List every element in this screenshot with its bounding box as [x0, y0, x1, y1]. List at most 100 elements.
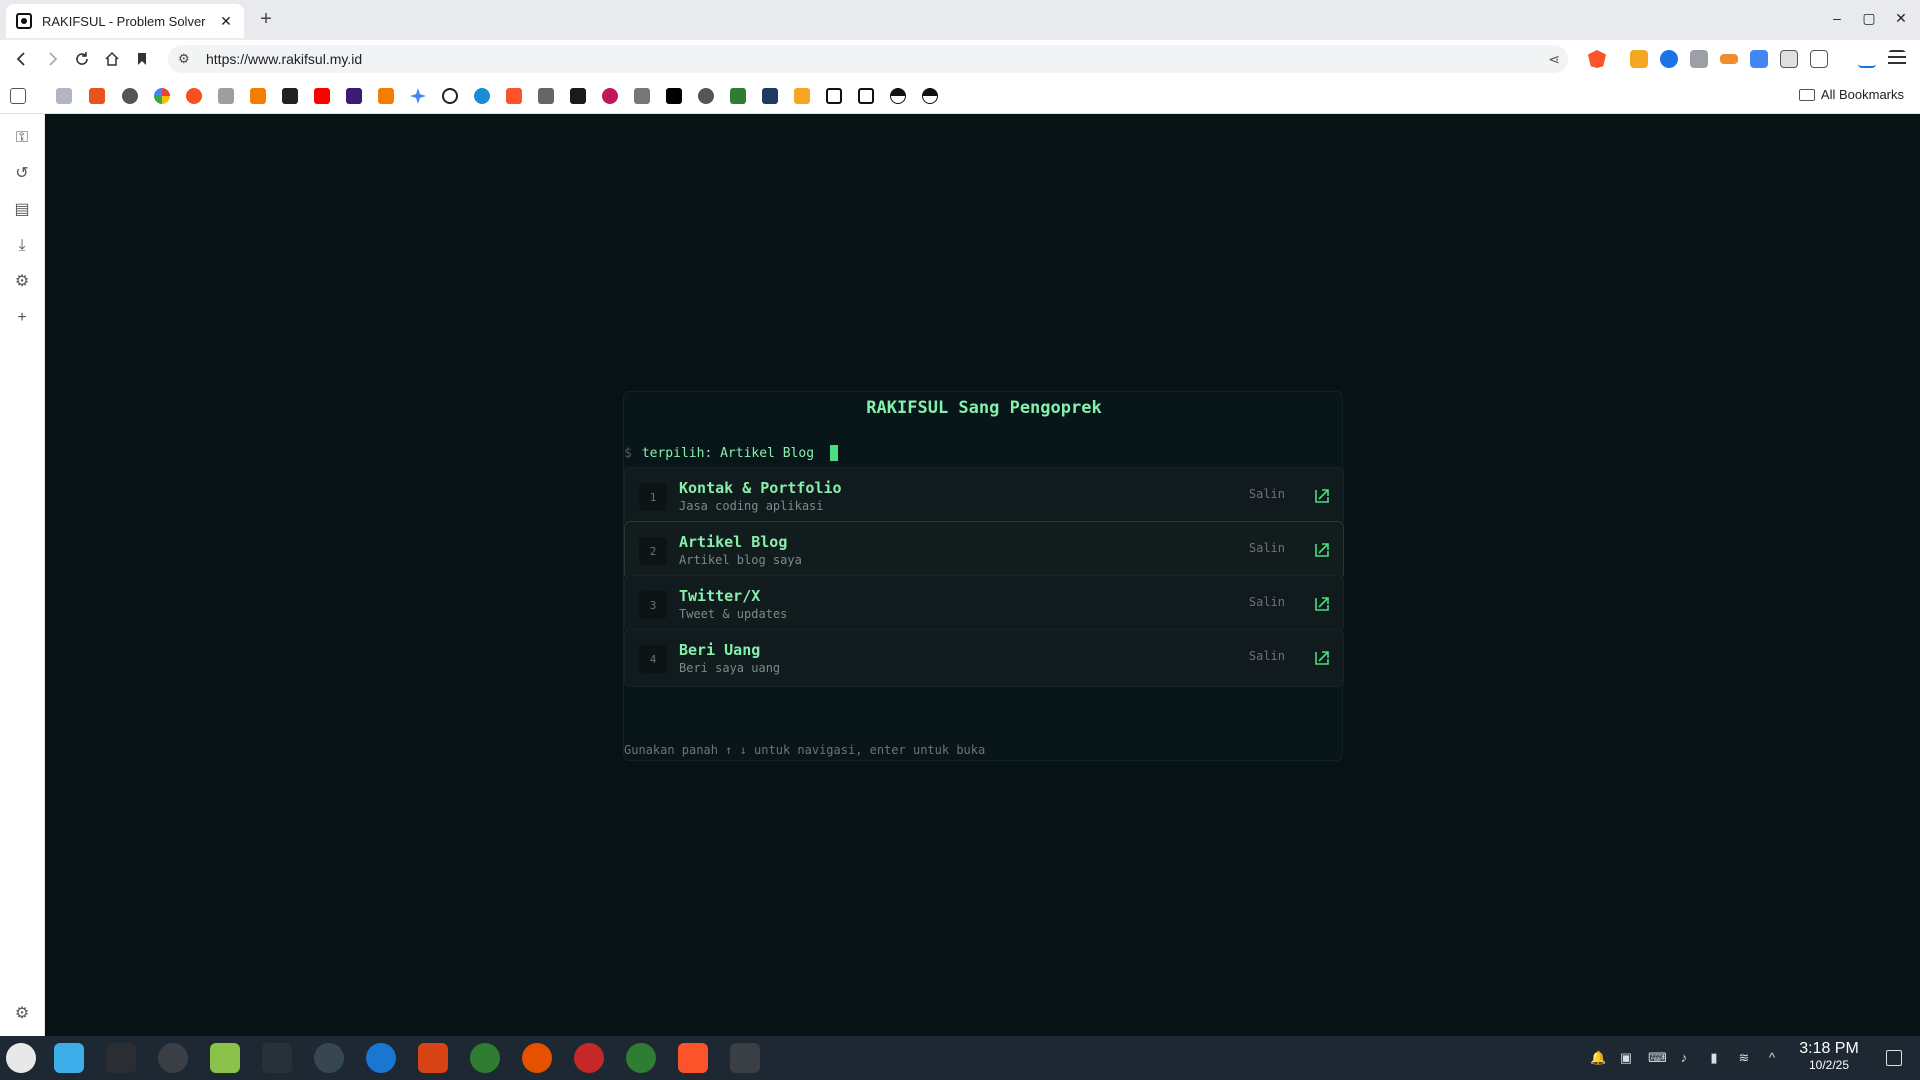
- show-desktop-icon[interactable]: [1886, 1050, 1902, 1066]
- system-settings-icon[interactable]: [106, 1043, 136, 1073]
- bookmark-blogger2-icon[interactable]: [794, 88, 810, 104]
- menu-icon[interactable]: [1888, 50, 1906, 68]
- external-link-icon[interactable]: [1313, 595, 1331, 613]
- copy-button[interactable]: Salin: [1243, 487, 1291, 501]
- maximize-button[interactable]: ▢: [1860, 10, 1878, 27]
- terminal-icon[interactable]: [730, 1043, 760, 1073]
- extensions-icon[interactable]: [1780, 50, 1798, 68]
- calculator-icon[interactable]: [262, 1043, 292, 1073]
- copy-button[interactable]: Salin: [1243, 649, 1291, 663]
- clipboard-icon[interactable]: ▣: [1618, 1050, 1634, 1066]
- keyboard-icon[interactable]: ⌨: [1648, 1050, 1667, 1066]
- sidebar-settings-icon[interactable]: ⚙: [12, 1004, 32, 1024]
- download-icon[interactable]: ⤓: [12, 236, 32, 256]
- volume-icon[interactable]: ♪: [1676, 1050, 1692, 1066]
- sidebar-toggle-icon[interactable]: [1810, 50, 1828, 68]
- green-app-icon[interactable]: [210, 1043, 240, 1073]
- hs-app-icon[interactable]: [470, 1043, 500, 1073]
- bookmark-b-icon[interactable]: [378, 88, 394, 104]
- bookmark-google-icon[interactable]: [154, 88, 170, 104]
- back-button[interactable]: [10, 47, 34, 71]
- bookmark-slash-icon[interactable]: [442, 88, 458, 104]
- share-icon[interactable]: ⋖: [1548, 51, 1560, 68]
- external-link-icon[interactable]: [1313, 541, 1331, 559]
- history-icon[interactable]: ↺: [12, 164, 32, 184]
- b-extension-icon[interactable]: [1660, 50, 1678, 68]
- external-link-icon[interactable]: [1313, 649, 1331, 667]
- bookmark-openai-icon[interactable]: [826, 88, 842, 104]
- link-row-4[interactable]: 4 Beri Uang Beri saya uang Salin: [624, 629, 1344, 687]
- bookmark-lab-icon[interactable]: [762, 88, 778, 104]
- obs-icon[interactable]: [314, 1043, 344, 1073]
- bookmark-half-circle-icon[interactable]: [890, 88, 906, 104]
- bookmark-globe-icon[interactable]: [474, 88, 490, 104]
- bookmark-openai2-icon[interactable]: [858, 88, 874, 104]
- reload-button[interactable]: [70, 47, 94, 71]
- anydesk-red-icon[interactable]: [574, 1043, 604, 1073]
- tab-rakifsul[interactable]: RAKIFSUL - Problem Solver ✕: [6, 4, 244, 38]
- anydesk-orange-icon[interactable]: [522, 1043, 552, 1073]
- site-info-icon[interactable]: ⚙: [178, 51, 194, 67]
- link-row-3[interactable]: 3 Twitter/X Tweet & updates Salin: [624, 575, 1344, 633]
- apps-grid-icon[interactable]: [10, 88, 26, 104]
- bookmark-terminal-icon[interactable]: [570, 88, 586, 104]
- link-row-2[interactable]: 2 Artikel Blog Artikel blog saya Salin: [624, 521, 1344, 579]
- brave-browser-icon[interactable]: [678, 1043, 708, 1073]
- lock-app-icon[interactable]: [158, 1043, 188, 1073]
- wifi-icon[interactable]: ≋: [1736, 1050, 1752, 1066]
- bookmark-gemini-icon[interactable]: [410, 88, 426, 104]
- home-button[interactable]: [100, 47, 124, 71]
- new-tab-button[interactable]: +: [256, 8, 276, 31]
- bookmarks-panel-icon[interactable]: ▤: [12, 200, 32, 220]
- clock[interactable]: 3:18 PM 10/2/25: [1794, 1040, 1864, 1072]
- bookmark-page-icon[interactable]: [218, 88, 234, 104]
- bookmark-sm-icon[interactable]: [282, 88, 298, 104]
- anydesk-green-icon[interactable]: [626, 1043, 656, 1073]
- bookmark-steam-icon[interactable]: [698, 88, 714, 104]
- row-description: Jasa coding aplikasi: [679, 499, 824, 513]
- bookmark-youtube-icon[interactable]: [314, 88, 330, 104]
- camera-icon[interactable]: [1690, 50, 1708, 68]
- close-window-button[interactable]: ✕: [1892, 10, 1910, 27]
- forward-button[interactable]: [40, 47, 64, 71]
- app-launcher-icon[interactable]: [6, 1043, 36, 1073]
- bookmark-page-button[interactable]: [130, 47, 154, 71]
- tag-icon[interactable]: [1720, 54, 1738, 64]
- minimize-button[interactable]: –: [1828, 10, 1846, 26]
- file-manager-icon[interactable]: [54, 1043, 84, 1073]
- notifications-icon[interactable]: 🔔: [1590, 1050, 1606, 1066]
- bookmark-grid-icon[interactable]: [538, 88, 554, 104]
- copy-button[interactable]: Salin: [1243, 541, 1291, 555]
- bookmark-blogger-icon[interactable]: [250, 88, 266, 104]
- bookmark-x-icon[interactable]: [666, 88, 682, 104]
- bookmark-swirl-icon[interactable]: [602, 88, 618, 104]
- settings-icon[interactable]: ⚙: [12, 272, 32, 292]
- url-text[interactable]: https://www.rakifsul.my.id: [206, 51, 362, 67]
- all-bookmarks-button[interactable]: All Bookmarks: [1798, 87, 1904, 102]
- filezilla-icon[interactable]: [418, 1043, 448, 1073]
- bookmark-circle-icon[interactable]: [122, 88, 138, 104]
- brave-shields-icon[interactable]: [1588, 50, 1606, 68]
- bookmark-cloud-icon[interactable]: [186, 88, 202, 104]
- row-number: 1: [639, 483, 667, 511]
- thunderbird-icon[interactable]: [366, 1043, 396, 1073]
- copy-button[interactable]: Salin: [1243, 595, 1291, 609]
- battery-icon[interactable]: ▮: [1706, 1050, 1722, 1066]
- translate-icon[interactable]: [1750, 50, 1768, 68]
- bookmark-w-icon[interactable]: [346, 88, 362, 104]
- downloads-icon[interactable]: [1858, 50, 1876, 68]
- key-icon[interactable]: ⚿: [12, 128, 32, 148]
- bookmark-widgets-icon[interactable]: [634, 88, 650, 104]
- bookmark-brave-icon[interactable]: [506, 88, 522, 104]
- link-row-1[interactable]: 1 Kontak & Portfolio Jasa coding aplikas…: [624, 467, 1344, 525]
- bookmark-doc-icon[interactable]: [56, 88, 72, 104]
- rss-icon[interactable]: [1630, 50, 1648, 68]
- bookmark-android-icon[interactable]: [730, 88, 746, 104]
- bookmark-half-circle2-icon[interactable]: [922, 88, 938, 104]
- external-link-icon[interactable]: [1313, 487, 1331, 505]
- add-panel-icon[interactable]: +: [12, 308, 32, 328]
- address-bar[interactable]: ⚙ https://www.rakifsul.my.id ⋖: [168, 45, 1568, 73]
- show-hidden-icon[interactable]: ^: [1764, 1050, 1780, 1066]
- bookmark-tools-icon[interactable]: [89, 88, 105, 104]
- tab-close-button[interactable]: ✕: [218, 13, 234, 30]
